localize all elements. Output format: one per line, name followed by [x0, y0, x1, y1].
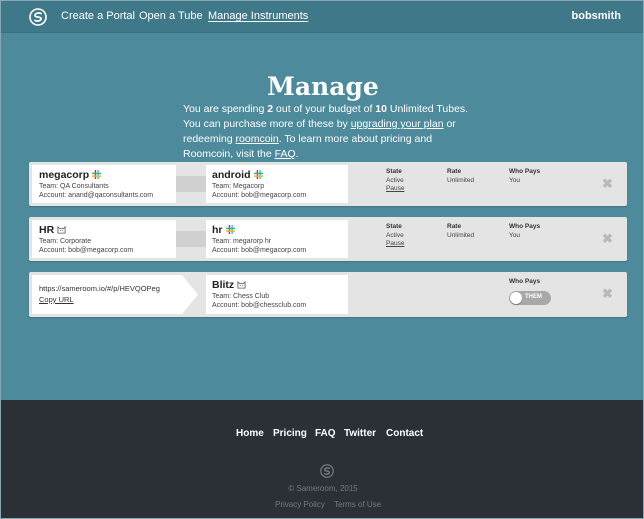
close-icon[interactable]: ✖: [602, 231, 613, 247]
right-room-account: Account: bob@megacorp.com: [212, 192, 307, 199]
toggle-label: THEM: [525, 294, 542, 300]
sameroom-logo-icon[interactable]: [29, 8, 47, 26]
page-title: Manage: [267, 72, 379, 101]
right-room-label: android: [212, 169, 251, 181]
footer-twitter-link[interactable]: Twitter: [344, 428, 376, 439]
toggle-knob: [510, 292, 522, 304]
right-room-name: android: [212, 169, 263, 181]
cat-icon: [237, 280, 246, 289]
tube-connector: [176, 176, 206, 192]
right-room-label: hr: [212, 224, 223, 236]
roomcoin-link[interactable]: roomcoin: [236, 133, 279, 145]
right-room-team: Team: Megacorp: [212, 183, 265, 190]
cat-icon: [57, 225, 66, 234]
left-room-label: megacorp: [39, 169, 90, 181]
portal-room-account: Account: bob@chessclub.com: [212, 302, 307, 309]
left-room-team: Team: QA Consultants: [39, 183, 109, 190]
state-value: Active: [386, 177, 404, 184]
left-room-account: Account: bob@megacorp.com: [39, 247, 134, 254]
tube-card: megacorp Team: QA Consultants Account: a…: [29, 162, 627, 206]
state-header: State: [386, 168, 402, 175]
rate-value: Unlimited: [447, 232, 475, 239]
budget-count: 10: [375, 103, 387, 115]
close-icon[interactable]: ✖: [602, 176, 613, 192]
who-pays-header: Who Pays: [509, 278, 541, 285]
nav-open-tube[interactable]: Open a Tube: [139, 10, 203, 22]
top-nav: Create a Portal Open a Tube Manage Instr…: [1, 1, 643, 33]
terms-of-use-link[interactable]: Terms of Use: [334, 500, 381, 509]
user-menu[interactable]: bobsmith: [572, 10, 622, 22]
upgrade-plan-link[interactable]: upgrading your plan: [351, 118, 444, 130]
budget-description: You are spending 2 out of your budget of…: [183, 102, 473, 162]
rate-header: Rate: [447, 168, 462, 175]
left-room-account: Account: anand@qaconsultants.com: [39, 192, 154, 199]
rate-header: Rate: [447, 223, 462, 230]
right-room-account: Account: bob@megacorp.com: [212, 247, 307, 254]
slack-icon: [253, 170, 263, 179]
who-pays-toggle[interactable]: THEM: [509, 291, 551, 305]
who-pays-header: Who Pays: [509, 223, 541, 230]
copyright: © Sameroom, 2015: [288, 484, 358, 493]
right-room-team: Team: megarorp hr: [212, 238, 272, 245]
budget-text: out of your budget of: [273, 103, 376, 115]
left-room-name: HR: [39, 224, 66, 236]
state-value: Active: [386, 232, 404, 239]
sameroom-logo-icon: [320, 464, 334, 478]
slack-icon: [225, 225, 235, 234]
who-pays-value: You: [509, 177, 520, 184]
tube-card: HR Team: Corporate Account: bob@megacorp…: [29, 217, 627, 261]
nav-manage-instruments[interactable]: Manage Instruments: [208, 10, 308, 22]
page-frame: Create a Portal Open a Tube Manage Instr…: [0, 0, 644, 519]
portal-card: https://sameroom.io/#/p/HEVQOPeg Copy UR…: [29, 272, 627, 317]
rate-value: Unlimited: [447, 177, 475, 184]
who-pays-value: You: [509, 232, 520, 239]
left-room-label: HR: [39, 224, 55, 236]
portal-room-label: Blitz: [212, 279, 235, 291]
left-room-name: megacorp: [39, 169, 102, 181]
portal-room-name: Blitz: [212, 279, 246, 291]
slack-icon: [92, 170, 102, 179]
pause-link[interactable]: Pause: [386, 240, 404, 247]
state-header: State: [386, 223, 402, 230]
right-room-name: hr: [212, 224, 235, 236]
footer-contact-link[interactable]: Contact: [386, 428, 423, 439]
footer-home-link[interactable]: Home: [236, 428, 264, 439]
portal-room-team: Team: Chess Club: [212, 293, 270, 300]
budget-text: You are spending: [183, 103, 268, 115]
footer: Home Pricing FAQ Twitter Contact © Samer…: [1, 400, 643, 518]
footer-pricing-link[interactable]: Pricing: [273, 428, 307, 439]
manage-section: Manage You are spending 2 out of your bu…: [1, 34, 643, 400]
nav-create-portal[interactable]: Create a Portal: [61, 10, 135, 22]
portal-url[interactable]: https://sameroom.io/#/p/HEVQOPeg: [39, 284, 160, 293]
tube-connector: [176, 231, 206, 247]
close-icon[interactable]: ✖: [602, 286, 613, 302]
copy-url-link[interactable]: Copy URL: [39, 295, 74, 304]
budget-text: .: [295, 148, 299, 160]
left-room-team: Team: Corporate: [39, 238, 92, 245]
pause-link[interactable]: Pause: [386, 185, 404, 192]
who-pays-header: Who Pays: [509, 168, 541, 175]
footer-faq-link[interactable]: FAQ: [315, 428, 336, 439]
privacy-policy-link[interactable]: Privacy Policy: [275, 500, 325, 509]
faq-link[interactable]: FAQ: [275, 148, 296, 160]
